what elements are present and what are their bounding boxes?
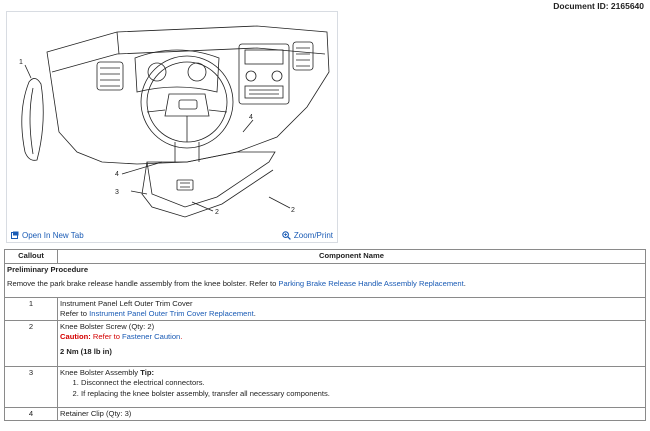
callout-label-4b: 4 bbox=[249, 114, 253, 121]
callout-label-3: 3 bbox=[115, 189, 119, 196]
header-callout: Callout bbox=[4, 249, 58, 264]
list-item: If replacing the knee bolster assembly, … bbox=[81, 389, 643, 400]
component-table: Callout Component Name Preliminary Proce… bbox=[4, 249, 646, 421]
header-component-name: Component Name bbox=[57, 249, 646, 264]
refer-text-1: Refer to bbox=[60, 309, 90, 318]
callout-label-2b: 2 bbox=[291, 207, 295, 214]
parking-brake-link[interactable]: Parking Brake Release Handle Assembly Re… bbox=[278, 279, 463, 288]
component-name-4: Retainer Clip (Qty: 3) bbox=[60, 409, 132, 418]
tip-label: Tip: bbox=[140, 368, 154, 377]
zoom-print-label: Zoom/Print bbox=[293, 230, 333, 240]
caution-line: Caution: Refer to Fastener Caution. bbox=[60, 332, 643, 342]
open-new-tab-link[interactable]: Open In New Tab bbox=[11, 231, 84, 240]
preliminary-title: Preliminary Procedure bbox=[7, 265, 89, 274]
table-row: 1 Instrument Panel Left Outer Trim Cover… bbox=[4, 297, 646, 321]
table-row: 2 Knee Bolster Screw (Qty: 2) Caution: R… bbox=[4, 320, 646, 367]
row-callout-3: 3 bbox=[4, 366, 58, 408]
caution-end: . bbox=[180, 332, 183, 341]
open-new-tab-label: Open In New Tab bbox=[22, 230, 84, 240]
row-callout-2: 2 bbox=[4, 320, 58, 367]
table-row: 4 Retainer Clip (Qty: 3) bbox=[4, 407, 646, 421]
callout-label-2a: 2 bbox=[215, 209, 219, 216]
zoom-print-link[interactable]: Zoom/Print bbox=[282, 231, 333, 240]
refer-end-1: . bbox=[253, 309, 256, 318]
document-id: Document ID: 2165640 bbox=[553, 1, 644, 11]
preliminary-end: . bbox=[463, 279, 466, 288]
preliminary-text: Remove the park brake release handle ass… bbox=[7, 279, 279, 288]
list-item: Disconnect the electrical connectors. bbox=[81, 378, 643, 389]
refer-line-1: Refer to Instrument Panel Outer Trim Cov… bbox=[60, 309, 643, 319]
table-header-row: Callout Component Name bbox=[4, 249, 646, 264]
illustration-panel: 1 2 2 3 4 4 Open In New Tab Zoom/Print bbox=[6, 11, 338, 243]
preliminary-procedure-row: Preliminary Procedure Remove the park br… bbox=[4, 263, 646, 298]
illustration-toolbar: Open In New Tab Zoom/Print bbox=[7, 228, 337, 242]
fastener-caution-link[interactable]: Fastener Caution bbox=[122, 332, 180, 341]
component-name-3: Knee Bolster Assembly bbox=[60, 368, 141, 377]
row-callout-1: 1 bbox=[4, 297, 58, 321]
component-name-3-line: Knee Bolster Assembly Tip: bbox=[60, 368, 643, 378]
row-callout-4: 4 bbox=[4, 407, 58, 421]
caution-text: Refer to bbox=[90, 332, 123, 341]
callout-label-1: 1 bbox=[19, 59, 23, 66]
outer-trim-cover-link[interactable]: Instrument Panel Outer Trim Cover Replac… bbox=[89, 309, 254, 318]
open-new-tab-icon bbox=[11, 231, 19, 239]
torque-spec: 2 Nm (18 lb in) bbox=[60, 347, 112, 356]
component-name-2: Knee Bolster Screw (Qty: 2) bbox=[60, 322, 155, 331]
caution-label: Caution: bbox=[60, 332, 91, 341]
component-name-1: Instrument Panel Left Outer Trim Cover bbox=[60, 299, 193, 308]
callout-label-4a: 4 bbox=[115, 171, 119, 178]
tip-steps-list: Disconnect the electrical connectors. If… bbox=[60, 378, 643, 399]
preliminary-text-line: Remove the park brake release handle ass… bbox=[7, 279, 643, 289]
table-row: 3 Knee Bolster Assembly Tip: Disconnect … bbox=[4, 366, 646, 408]
instrument-panel-illustration: 1 2 2 3 4 4 bbox=[19, 25, 330, 218]
zoom-icon bbox=[282, 230, 291, 240]
